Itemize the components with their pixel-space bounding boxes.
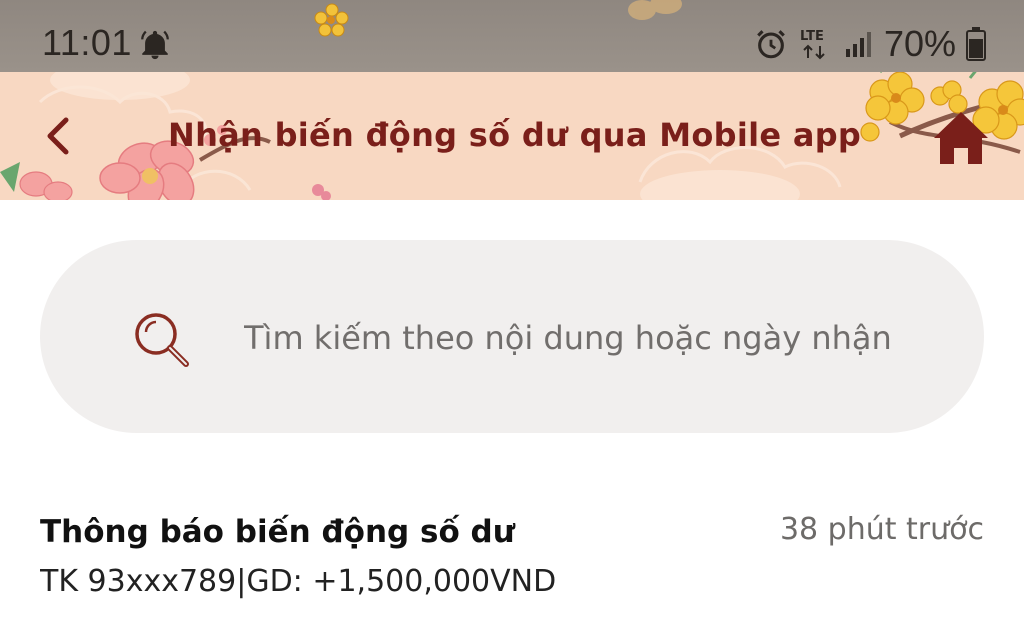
status-time: 11:01 bbox=[42, 22, 132, 63]
back-button[interactable] bbox=[38, 112, 78, 160]
status-icons: LTE 70% bbox=[754, 23, 986, 64]
search-input[interactable] bbox=[244, 310, 964, 366]
signal-icon bbox=[845, 32, 871, 57]
lte-icon: LTE bbox=[800, 29, 825, 60]
status-bar: 11:01 LTE 70% bbox=[0, 0, 1024, 72]
list-item[interactable]: Thông báo biến động số dư 38 phút trước … bbox=[40, 500, 984, 619]
battery-percent: 70% bbox=[883, 23, 956, 64]
flower-decoration-icon bbox=[628, 0, 682, 20]
battery-icon bbox=[966, 27, 986, 61]
search-icon[interactable] bbox=[132, 310, 190, 368]
notification-body: TK 93xxx789|GD: +1,500,000VND bbox=[40, 564, 557, 599]
search-bar[interactable] bbox=[40, 240, 984, 433]
bell-icon bbox=[141, 30, 169, 60]
flower-decoration-icon bbox=[314, 3, 349, 37]
notification-title: Thông báo biến động số dư bbox=[40, 514, 515, 550]
page-title: Nhận biến động số dư qua Mobile app bbox=[168, 116, 862, 154]
app-header: Nhận biến động số dư qua Mobile app bbox=[0, 72, 1024, 200]
svg-text:LTE: LTE bbox=[800, 29, 824, 44]
alarm-icon bbox=[757, 30, 785, 59]
home-icon[interactable] bbox=[932, 108, 990, 166]
notification-time: 38 phút trước bbox=[779, 512, 984, 547]
chevron-left-icon bbox=[47, 117, 69, 155]
